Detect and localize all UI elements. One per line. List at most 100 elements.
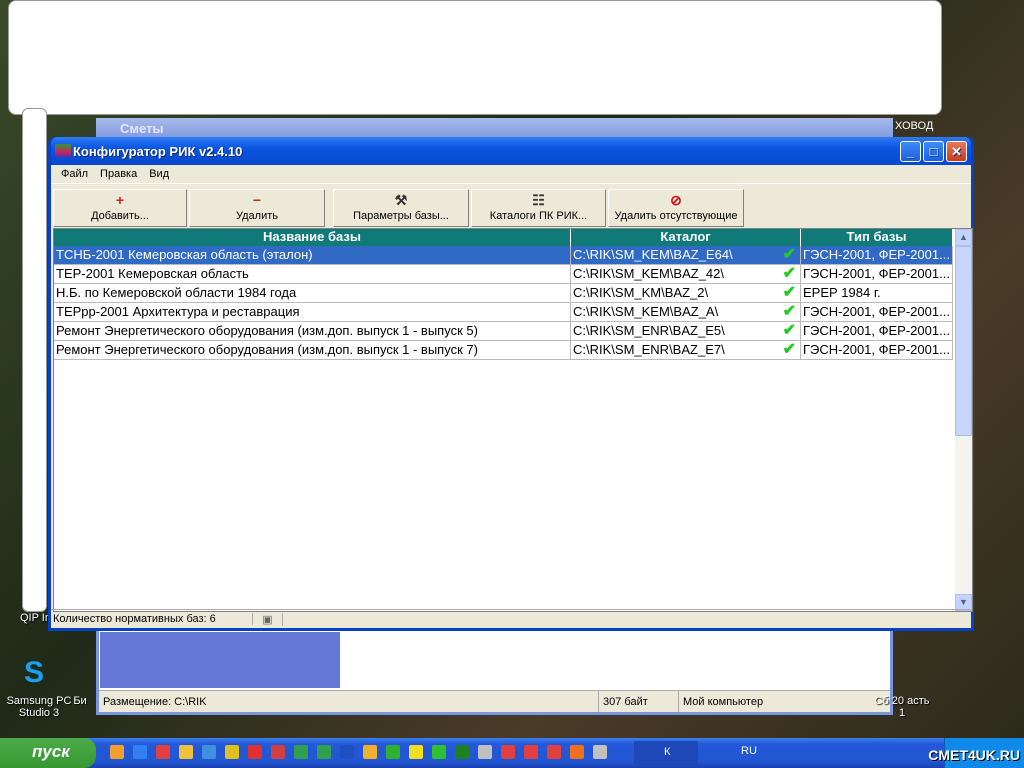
- cell-catalog: C:\RIK\SM_KEM\BAZ_42\ ✔: [571, 265, 801, 284]
- table-row[interactable]: ТЕРрр-2001 Архитектура и реставрация C:\R…: [54, 303, 953, 322]
- cell-catalog: C:\RIK\SM_KM\BAZ_2\ ✔: [571, 284, 801, 303]
- delete-label: Удалить: [236, 210, 278, 222]
- quick-launch-icon[interactable]: [432, 745, 446, 759]
- cell-name: ТЕР-2001 Кемеровская область: [54, 265, 571, 284]
- cell-name: ТСНБ-2001 Кемеровская область (эталон): [54, 246, 571, 265]
- cell-type: ГЭСН-2001, ФЕР-2001...: [801, 341, 953, 360]
- cell-name: Н.Б. по Кемеровской области 1984 года: [54, 284, 571, 303]
- title-bar[interactable]: Конфигуратор РИК v2.4.10 _ □ ✕: [51, 137, 971, 165]
- column-header-name[interactable]: Название базы: [54, 229, 571, 246]
- table-row[interactable]: ТСНБ-2001 Кемеровская область (эталон) C:…: [54, 246, 953, 265]
- maximize-button[interactable]: □: [923, 141, 944, 162]
- quick-launch-icon[interactable]: [386, 745, 400, 759]
- cell-type: ГЭСН-2001, ФЕР-2001...: [801, 265, 953, 284]
- check-icon: ✔: [782, 265, 796, 282]
- cell-name: Ремонт Энергетического оборудования (изм…: [54, 341, 571, 360]
- add-label: Добавить...: [91, 210, 149, 222]
- taskbar: пуск К RU CMET4UK.RU: [0, 738, 1024, 768]
- desktop-icon-bi[interactable]: Би: [60, 695, 100, 707]
- quick-launch-icon[interactable]: [524, 745, 538, 759]
- quick-launch-icon[interactable]: [478, 745, 492, 759]
- quick-launch-icon[interactable]: [317, 745, 331, 759]
- cell-catalog: C:\RIK\SM_KEM\BAZ_A\ ✔: [571, 303, 801, 322]
- catalog-path: C:\RIK\SM_ENR\BAZ_E7\: [573, 342, 725, 357]
- samsung-icon[interactable]: S: [24, 656, 54, 690]
- catalogs-button[interactable]: ☷ Каталоги ПК РИК...: [471, 189, 606, 227]
- cell-type: ГЭСН-2001, ФЕР-2001...: [801, 303, 953, 322]
- catalog-tree-icon: ☷: [532, 192, 545, 208]
- menu-bar: Файл Правка Вид: [51, 165, 971, 184]
- save-icon: ▣: [253, 612, 283, 626]
- app-icon: [55, 144, 71, 158]
- catalog-path: C:\RIK\SM_KEM\BAZ_42\: [573, 266, 724, 281]
- scroll-thumb[interactable]: [955, 246, 972, 436]
- remove-missing-button[interactable]: ⊘ Удалить отсутствующие: [608, 189, 744, 227]
- table-row[interactable]: Ремонт Энергетического оборудования (изм…: [54, 341, 953, 360]
- add-icon: +: [115, 192, 125, 208]
- taskbar-task-configurator[interactable]: К: [634, 741, 698, 765]
- remove-missing-label: Удалить отсутствующие: [614, 210, 738, 222]
- catalogs-label: Каталоги ПК РИК...: [489, 210, 588, 222]
- quick-launch-icon[interactable]: [133, 745, 147, 759]
- cell-name: ТЕРрр-2001 Архитектура и реставрация: [54, 303, 571, 322]
- catalog-path: C:\RIK\SM_KEM\BAZ_A\: [573, 304, 719, 319]
- quick-launch-icon[interactable]: [409, 745, 423, 759]
- db-count: Количество нормативных баз: 6: [51, 613, 253, 625]
- tools-icon: ⚒: [394, 192, 408, 208]
- quick-launch-icon[interactable]: [271, 745, 285, 759]
- quick-launch-icon[interactable]: [225, 745, 239, 759]
- menu-file[interactable]: Файл: [55, 168, 94, 180]
- cell-type: ГЭСН-2001, ФЕР-2001...: [801, 322, 953, 341]
- catalog-path: C:\RIK\SM_KM\BAZ_2\: [573, 285, 709, 300]
- background-status-bar: Размещение: C:\RIK 307 байт Мой компьюте…: [99, 690, 890, 712]
- close-button[interactable]: ✕: [946, 141, 967, 162]
- cell-catalog: C:\RIK\SM_ENR\BAZ_E7\ ✔: [571, 341, 801, 360]
- menu-edit[interactable]: Правка: [94, 168, 143, 180]
- column-header-catalog[interactable]: Каталог: [571, 229, 801, 246]
- no-entry-icon: ⊘: [670, 192, 682, 208]
- quick-launch-icon[interactable]: [593, 745, 607, 759]
- table-row[interactable]: Н.Б. по Кемеровской области 1984 года C:\…: [54, 284, 953, 303]
- quick-launch-icon[interactable]: [547, 745, 561, 759]
- db-params-button[interactable]: ⚒ Параметры базы...: [333, 189, 469, 227]
- cell-catalog: C:\RIK\SM_KEM\BAZ_E64\ ✔: [571, 246, 801, 265]
- quick-launch-icon[interactable]: [156, 745, 170, 759]
- background-panel: [8, 0, 942, 115]
- background-selection: [100, 632, 340, 688]
- table-row[interactable]: ТЕР-2001 Кемеровская область C:\RIK\SM_KE…: [54, 265, 953, 284]
- quick-launch-icon[interactable]: [570, 745, 584, 759]
- remove-icon: −: [252, 192, 262, 208]
- minimize-button[interactable]: _: [900, 141, 921, 162]
- quick-launch-icon[interactable]: [294, 745, 308, 759]
- quick-launch-icon[interactable]: [202, 745, 216, 759]
- status-bar: Количество нормативных баз: 6 ▣: [51, 609, 971, 628]
- start-button[interactable]: пуск: [0, 738, 96, 768]
- bg-location: Размещение: C:\RIK: [99, 691, 599, 712]
- check-icon: ✔: [782, 303, 796, 320]
- menu-view[interactable]: Вид: [143, 168, 175, 180]
- check-icon: ✔: [782, 341, 796, 358]
- cell-type: ГЭСН-2001, ФЕР-2001...: [801, 246, 953, 265]
- databases-table: Название базы Каталог Тип базы ТСНБ-2001…: [53, 228, 973, 612]
- configurator-window: Конфигуратор РИК v2.4.10 _ □ ✕ Файл Прав…: [48, 137, 974, 631]
- quick-launch-icon[interactable]: [179, 745, 193, 759]
- quick-launch-icon[interactable]: [363, 745, 377, 759]
- quick-launch-icon[interactable]: [110, 745, 124, 759]
- add-button[interactable]: + Добавить...: [53, 189, 187, 227]
- cell-catalog: C:\RIK\SM_ENR\BAZ_E5\ ✔: [571, 322, 801, 341]
- cell-name: Ремонт Энергетического оборудования (изм…: [54, 322, 571, 341]
- language-indicator[interactable]: RU: [741, 745, 757, 757]
- table-row[interactable]: Ремонт Энергетического оборудования (изм…: [54, 322, 953, 341]
- delete-button[interactable]: − Удалить: [189, 189, 325, 227]
- catalog-path: C:\RIK\SM_ENR\BAZ_E5\: [573, 323, 725, 338]
- vertical-scrollbar[interactable]: ▲ ▼: [955, 229, 972, 611]
- scroll-up-button[interactable]: ▲: [955, 229, 972, 246]
- background-side-panel: [22, 108, 47, 612]
- quick-launch-icon[interactable]: [455, 745, 469, 759]
- quick-launch-icon[interactable]: [501, 745, 515, 759]
- quick-launch-icon[interactable]: [248, 745, 262, 759]
- desktop-icon-doc[interactable]: Сб 20 асть 1: [874, 695, 930, 719]
- column-header-type[interactable]: Тип базы: [801, 229, 953, 246]
- quick-launch-icon[interactable]: [340, 745, 354, 759]
- bg-computer: Мой компьютер: [683, 695, 764, 708]
